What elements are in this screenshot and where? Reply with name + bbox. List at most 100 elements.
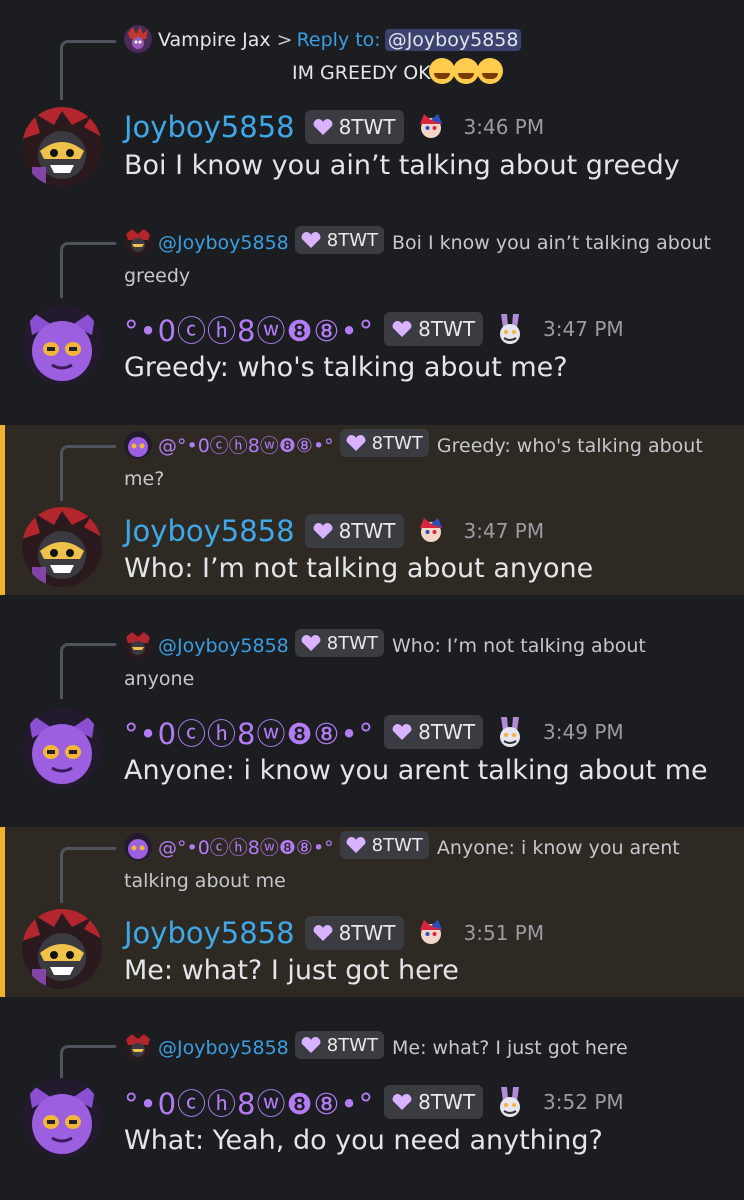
guild-tag-label: 8TWT (418, 317, 476, 341)
guild-tag-label: 8TWT (326, 1034, 379, 1056)
timestamp: 3:52 PM (543, 1090, 624, 1114)
reply-text: Me: what? I just got here (392, 1037, 628, 1059)
reply-author[interactable]: @Joyboy5858 (158, 635, 289, 657)
purple-cat-avatar[interactable] (22, 708, 102, 788)
username[interactable]: °•0ⓒⓗ8ⓦ❽⑧•° (124, 308, 374, 350)
guild-tag[interactable]: 8TWT (304, 110, 404, 144)
guild-tag[interactable]: 8TWT (294, 1031, 385, 1059)
purple-cat-mini-avatar (124, 833, 152, 861)
message-highlighted: @°•0ⓒⓗ8ⓦ❽⑧•° 8TWT Anyone: i know you arent… (0, 827, 744, 997)
jester-role-icon[interactable] (414, 514, 448, 548)
message-header: °•0ⓒⓗ8ⓦ❽⑧•° 8TWT 3:47 PM (124, 307, 624, 351)
message-text: Who: I’m not talking about anyone (124, 553, 594, 584)
guild-tag[interactable]: 8TWT (304, 514, 404, 548)
purple-cat-avatar[interactable] (22, 1078, 102, 1158)
guild-tag[interactable]: 8TWT (339, 831, 429, 859)
username[interactable]: Joyboy5858 (124, 110, 295, 144)
reply-preview[interactable]: @°•0ⓒⓗ8ⓦ❽⑧•° 8TWT Greedy: who's talking ab… (124, 429, 714, 496)
guild-tag[interactable]: 8TWT (384, 715, 484, 749)
joyboy-avatar[interactable] (22, 107, 102, 187)
joyboy-mini-avatar (124, 631, 152, 659)
message-text: Anyone: i know you arent talking about m… (124, 755, 708, 786)
timestamp: 3:49 PM (543, 720, 624, 744)
message-text: What: Yeah, do you need anything? (124, 1125, 603, 1156)
joyboy-mini-avatar (124, 228, 152, 256)
purple-heart-icon (301, 1037, 321, 1053)
timestamp: 3:47 PM (543, 317, 624, 341)
vampire-jax-mini-avatar (124, 25, 152, 53)
timestamp: 3:47 PM (463, 519, 545, 543)
guild-tag[interactable]: 8TWT (294, 629, 385, 657)
crying-emoji-icon (428, 58, 455, 84)
reply-spine (60, 847, 116, 903)
message-header: Joyboy5858 8TWT 3:46 PM (124, 105, 544, 149)
rabbit-role-icon[interactable] (493, 715, 527, 749)
reply-preview[interactable]: @Joyboy5858 8TWT Boi I know you ain’t talk… (124, 226, 714, 293)
username[interactable]: °•0ⓒⓗ8ⓦ❽⑧•° (124, 1081, 374, 1123)
purple-heart-icon (313, 119, 333, 135)
crying-emoji-icon (476, 58, 503, 84)
purple-heart-icon (392, 724, 412, 740)
purple-cat-avatar[interactable] (22, 305, 102, 385)
purple-heart-icon (313, 523, 333, 539)
joyboy-avatar[interactable] (22, 909, 102, 989)
message-header: °•0ⓒⓗ8ⓦ❽⑧•° 8TWT 3:49 PM (124, 710, 624, 754)
purple-heart-icon (346, 837, 366, 853)
rabbit-role-icon[interactable] (493, 1085, 527, 1119)
message-highlighted: @°•0ⓒⓗ8ⓦ❽⑧•° 8TWT Greedy: who's talking ab… (0, 425, 744, 595)
message-text: Me: what? I just got here (124, 955, 459, 986)
message: @Joyboy5858 8TWT Me: what? I just got here… (0, 997, 744, 1200)
username[interactable]: Joyboy5858 (124, 514, 295, 548)
guild-tag-label: 8TWT (326, 632, 379, 654)
guild-tag[interactable]: 8TWT (339, 429, 429, 457)
message: @Joyboy5858 8TWT Who: I’m not talking abou… (0, 595, 744, 825)
username[interactable]: Joyboy5858 (124, 916, 295, 950)
guild-tag[interactable]: 8TWT (384, 1085, 484, 1119)
reply-prefix: Reply to: (296, 29, 381, 51)
reply-spine (60, 643, 116, 699)
guild-tag-label: 8TWT (418, 720, 476, 744)
guild-tag-label: 8TWT (338, 115, 396, 139)
guild-tag-label: 8TWT (326, 229, 379, 251)
purple-heart-icon (392, 321, 412, 337)
reply-preview[interactable]: @Joyboy5858 8TWT Who: I’m not talking abou… (124, 629, 714, 696)
reply-preview[interactable]: @Joyboy5858 8TWT Me: what? I just got here (124, 1031, 714, 1065)
reply-author[interactable]: @Joyboy5858 (158, 1037, 289, 1059)
purple-heart-icon (313, 925, 333, 941)
message: @Joyboy5858 8TWT Boi I know you ain’t talk… (0, 220, 744, 425)
reply-author[interactable]: @Joyboy5858 (158, 232, 289, 254)
reply-preview[interactable]: Vampire Jax > Reply to: @Joyboy5858 IM GREE… (124, 24, 714, 89)
guild-tag-label: 8TWT (371, 834, 423, 856)
message-header: Joyboy5858 8TWT 3:51 PM (124, 911, 544, 955)
purple-heart-icon (346, 435, 366, 451)
crying-emoji-icon (452, 58, 479, 84)
reply-author[interactable]: Vampire Jax (158, 29, 271, 51)
reply-author[interactable]: @°•0ⓒⓗ8ⓦ❽⑧•° (158, 435, 334, 457)
joyboy-mini-avatar (124, 1033, 152, 1061)
timestamp: 3:51 PM (463, 921, 545, 945)
reply-spine (60, 445, 116, 501)
message: Vampire Jax > Reply to: @Joyboy5858 IM GREE… (0, 0, 744, 220)
guild-tag[interactable]: 8TWT (304, 916, 404, 950)
guild-tag[interactable]: 8TWT (384, 312, 484, 346)
jester-role-icon[interactable] (414, 110, 448, 144)
reply-spine (60, 242, 116, 298)
joyboy-avatar[interactable] (22, 507, 102, 587)
reply-spine (60, 40, 116, 100)
reply-mention[interactable]: @Joyboy5858 (384, 29, 522, 51)
timestamp: 3:46 PM (463, 115, 545, 139)
message-header: Joyboy5858 8TWT 3:47 PM (124, 509, 544, 553)
reply-arrow: > (276, 29, 293, 51)
guild-tag[interactable]: 8TWT (294, 226, 385, 254)
rabbit-role-icon[interactable] (493, 312, 527, 346)
reply-preview[interactable]: @°•0ⓒⓗ8ⓦ❽⑧•° 8TWT Anyone: i know you arent… (124, 831, 714, 898)
jester-role-icon[interactable] (414, 916, 448, 950)
reply-author[interactable]: @°•0ⓒⓗ8ⓦ❽⑧•° (158, 837, 334, 859)
message-text: Boi I know you ain’t talking about greed… (124, 150, 680, 181)
purple-heart-icon (392, 1094, 412, 1110)
username[interactable]: °•0ⓒⓗ8ⓦ❽⑧•° (124, 711, 374, 753)
guild-tag-label: 8TWT (338, 921, 396, 945)
purple-heart-icon (301, 635, 321, 651)
guild-tag-label: 8TWT (371, 432, 423, 454)
reply-text-line: IM GREEDY OK (124, 57, 714, 89)
